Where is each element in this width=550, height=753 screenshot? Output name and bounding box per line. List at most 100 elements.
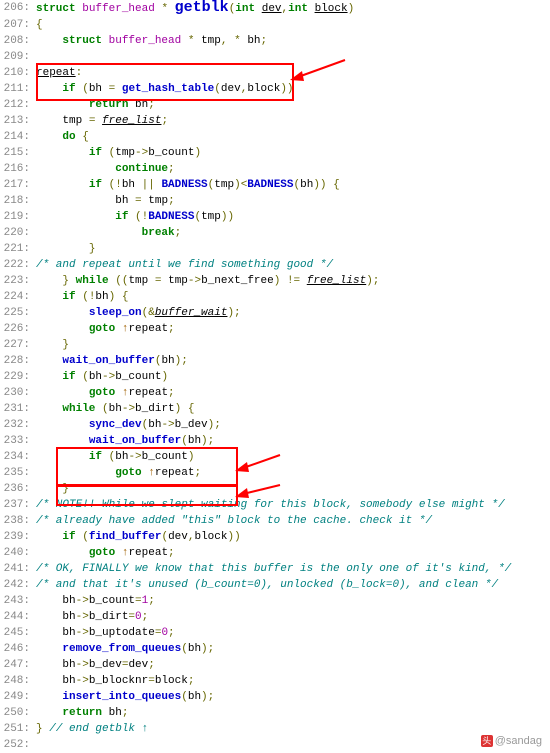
line-number: 231: — [0, 401, 36, 417]
code-content: if (bh->b_count) — [36, 369, 550, 385]
line-number: 245: — [0, 625, 36, 641]
code-content: bh->b_blocknr=block; — [36, 673, 550, 689]
code-content: } // end getblk ↑ — [36, 721, 550, 737]
line-number: 241: — [0, 561, 36, 577]
line-number: 213: — [0, 113, 36, 129]
code-content — [36, 49, 550, 65]
line-number: 229: — [0, 369, 36, 385]
code-content: } — [36, 337, 550, 353]
line-number: 252: — [0, 737, 36, 753]
code-content: /* OK, FINALLY we know that this buffer … — [36, 561, 550, 577]
code-line: 224: if (!bh) { — [0, 289, 550, 305]
code-content: } — [36, 241, 550, 257]
code-line: 251:} // end getblk ↑ — [0, 721, 550, 737]
code-line: 237:/* NOTE!! While we slept waiting for… — [0, 497, 550, 513]
code-content: if (tmp->b_count) — [36, 145, 550, 161]
line-number: 214: — [0, 129, 36, 145]
code-content: { — [36, 17, 550, 33]
line-number: 219: — [0, 209, 36, 225]
code-content: sync_dev(bh->b_dev); — [36, 417, 550, 433]
line-number: 223: — [0, 273, 36, 289]
code-content: do { — [36, 129, 550, 145]
code-content: bh->b_dev=dev; — [36, 657, 550, 673]
code-line: 226: goto ↑repeat; — [0, 321, 550, 337]
code-content: goto ↑repeat; — [36, 385, 550, 401]
code-content: wait_on_buffer(bh); — [36, 433, 550, 449]
line-number: 225: — [0, 305, 36, 321]
code-content: /* already have added "this" block to th… — [36, 513, 550, 529]
line-number: 226: — [0, 321, 36, 337]
code-line: 236: } — [0, 481, 550, 497]
code-content: bh->b_count=1; — [36, 593, 550, 609]
code-content: insert_into_queues(bh); — [36, 689, 550, 705]
line-number: 228: — [0, 353, 36, 369]
code-content: /* NOTE!! While we slept waiting for thi… — [36, 497, 550, 513]
code-line: 234: if (bh->b_count) — [0, 449, 550, 465]
code-content: wait_on_buffer(bh); — [36, 353, 550, 369]
code-line: 240: goto ↑repeat; — [0, 545, 550, 561]
line-number: 249: — [0, 689, 36, 705]
code-content: bh->b_uptodate=0; — [36, 625, 550, 641]
watermark-text: @sandag — [495, 735, 542, 747]
line-number: 236: — [0, 481, 36, 497]
code-content: goto ↑repeat; — [36, 465, 550, 481]
line-number: 227: — [0, 337, 36, 353]
line-number: 222: — [0, 257, 36, 273]
code-content: if (bh = get_hash_table(dev,block)) — [36, 81, 550, 97]
code-line: 208: struct buffer_head * tmp, * bh; — [0, 33, 550, 49]
code-content: sleep_on(&buffer_wait); — [36, 305, 550, 321]
code-content: while (bh->b_dirt) { — [36, 401, 550, 417]
code-content: /* and that it's unused (b_count=0), unl… — [36, 577, 550, 593]
line-number: 221: — [0, 241, 36, 257]
code-content: if (find_buffer(dev,block)) — [36, 529, 550, 545]
line-number: 224: — [0, 289, 36, 305]
code-line: 249: insert_into_queues(bh); — [0, 689, 550, 705]
code-content: if (!bh) { — [36, 289, 550, 305]
code-content: if (!bh || BADNESS(tmp)<BADNESS(bh)) { — [36, 177, 550, 193]
code-line: 252: — [0, 737, 550, 753]
code-line: 239: if (find_buffer(dev,block)) — [0, 529, 550, 545]
line-number: 248: — [0, 673, 36, 689]
line-number: 243: — [0, 593, 36, 609]
code-content: struct buffer_head * getblk(int dev,int … — [36, 0, 550, 17]
watermark-icon: 头 — [481, 735, 493, 747]
code-content: /* and repeat until we find something go… — [36, 257, 550, 273]
line-number: 232: — [0, 417, 36, 433]
code-line: 215: if (tmp->b_count) — [0, 145, 550, 161]
line-number: 240: — [0, 545, 36, 561]
code-line: 247: bh->b_dev=dev; — [0, 657, 550, 673]
line-number: 251: — [0, 721, 36, 737]
code-content: bh = tmp; — [36, 193, 550, 209]
code-line: 246: remove_from_queues(bh); — [0, 641, 550, 657]
code-line: 212: return bh; — [0, 97, 550, 113]
code-line: 211: if (bh = get_hash_table(dev,block)) — [0, 81, 550, 97]
code-line: 245: bh->b_uptodate=0; — [0, 625, 550, 641]
code-line: 250: return bh; — [0, 705, 550, 721]
code-line: 244: bh->b_dirt=0; — [0, 609, 550, 625]
line-number: 242: — [0, 577, 36, 593]
code-content: continue; — [36, 161, 550, 177]
code-content: } — [36, 481, 550, 497]
code-line: 214: do { — [0, 129, 550, 145]
code-line: 221: } — [0, 241, 550, 257]
code-content: tmp = free_list; — [36, 113, 550, 129]
line-number: 233: — [0, 433, 36, 449]
line-number: 247: — [0, 657, 36, 673]
line-number: 244: — [0, 609, 36, 625]
code-line: 242:/* and that it's unused (b_count=0),… — [0, 577, 550, 593]
code-line: 207:{ — [0, 17, 550, 33]
code-content: goto ↑repeat; — [36, 545, 550, 561]
code-line: 209: — [0, 49, 550, 65]
line-number: 206: — [0, 0, 36, 17]
code-line: 231: while (bh->b_dirt) { — [0, 401, 550, 417]
code-editor: 206:struct buffer_head * getblk(int dev,… — [0, 0, 550, 753]
code-line: 213: tmp = free_list; — [0, 113, 550, 129]
code-line: 229: if (bh->b_count) — [0, 369, 550, 385]
code-line: 227: } — [0, 337, 550, 353]
code-content: return bh; — [36, 705, 550, 721]
line-number: 208: — [0, 33, 36, 49]
code-content: } while ((tmp = tmp->b_next_free) != fre… — [36, 273, 550, 289]
code-line: 222:/* and repeat until we find somethin… — [0, 257, 550, 273]
line-number: 238: — [0, 513, 36, 529]
code-content: repeat: — [36, 65, 550, 81]
